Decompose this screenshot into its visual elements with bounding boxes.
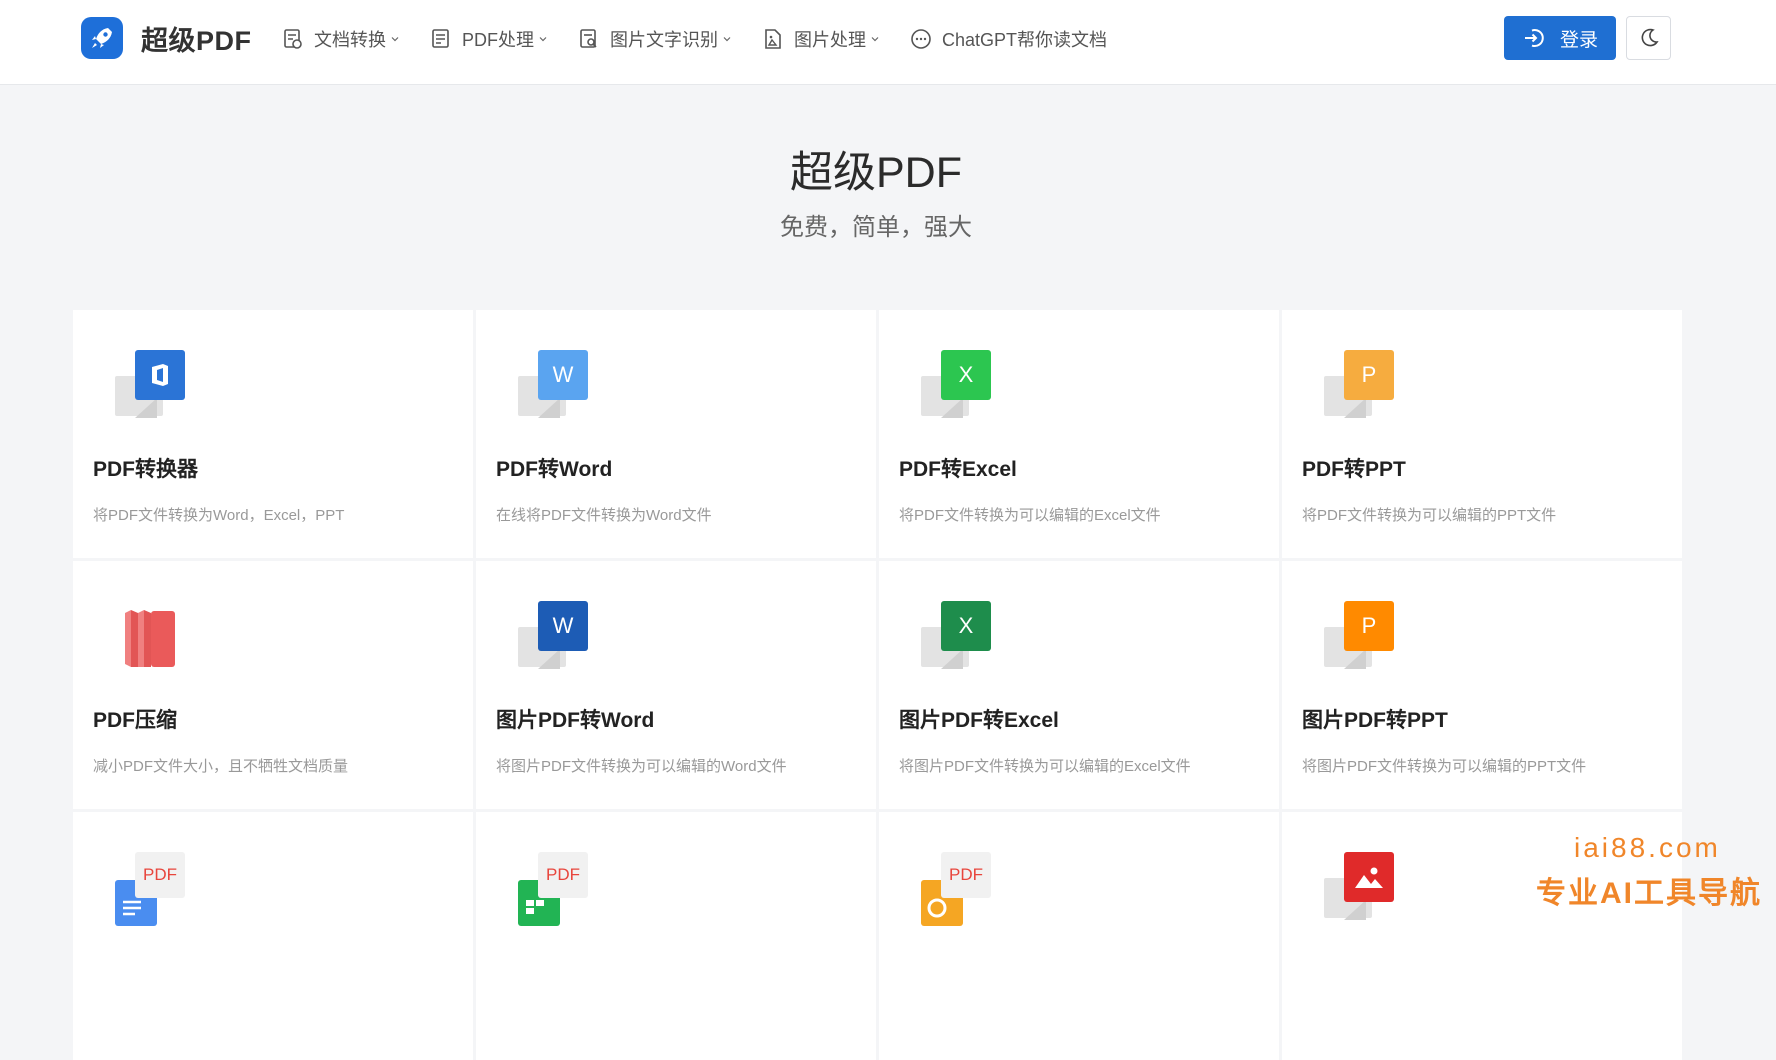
nav-item-ocr[interactable]: 图片文字识别 <box>578 22 732 56</box>
tool-title: 图片PDF转PPT <box>1302 709 1448 732</box>
login-button[interactable]: 登录 <box>1504 16 1616 60</box>
tool-desc: 将PDF文件转换为可以编辑的PPT文件 <box>1302 507 1557 524</box>
top-navbar: 超级PDF 文档转换 PDF处理 图片文字识别 图片处理 ChatGPT帮你读文… <box>0 0 1776 85</box>
tool-card-pdf-to-word[interactable]: W PDF转Word 在线将PDF文件转换为Word文件 <box>476 310 876 558</box>
tool-desc: 减小PDF文件大小，且不牺牲文档质量 <box>93 758 349 775</box>
nav-item-chatgpt[interactable]: ChatGPT帮你读文档 <box>910 22 1107 56</box>
tool-desc: 将图片PDF文件转换为可以编辑的Excel文件 <box>899 758 1191 775</box>
nav-item-label: ChatGPT帮你读文档 <box>942 30 1108 50</box>
word-icon: W <box>518 601 592 675</box>
compress-icon <box>115 601 189 675</box>
watermark-slogan: 专业AI工具导航 <box>1536 877 1762 910</box>
nav-item-label: 图片处理 <box>794 30 866 50</box>
brand[interactable]: 超级PDF <box>81 17 252 59</box>
tool-card-image-pdf-to-excel[interactable]: X 图片PDF转Excel 将图片PDF文件转换为可以编辑的Excel文件 <box>879 561 1279 809</box>
ocr-icon <box>578 28 600 50</box>
tool-card-image-pdf-to-ppt[interactable]: P 图片PDF转PPT 将图片PDF文件转换为可以编辑的PPT文件 <box>1282 561 1682 809</box>
tool-title: PDF转PPT <box>1302 458 1406 481</box>
pdf-process-icon <box>430 28 452 50</box>
nav-item-label: PDF处理 <box>462 30 534 50</box>
theme-toggle-button[interactable] <box>1626 16 1671 60</box>
tool-title: PDF转换器 <box>93 458 198 481</box>
tool-title: PDF转Excel <box>899 458 1017 481</box>
tool-card-ppt-to-pdf[interactable]: PDF <box>879 812 1279 1060</box>
page-subtitle: 免费，简单，强大 <box>780 214 972 241</box>
tool-card-pdf-converter[interactable]: PDF转换器 将PDF文件转换为Word，Excel，PPT <box>73 310 473 558</box>
nav-item-doc-convert[interactable]: 文档转换 <box>282 22 400 56</box>
tool-card-word-to-pdf[interactable]: PDF <box>73 812 473 1060</box>
nav-item-label: 文档转换 <box>314 30 386 50</box>
chevron-down-icon <box>539 37 547 42</box>
tool-title: PDF压缩 <box>93 709 177 732</box>
chat-icon <box>910 28 932 50</box>
tool-title: PDF转Word <box>496 458 613 481</box>
brand-name: 超级PDF <box>141 25 252 56</box>
login-icon <box>1524 29 1544 47</box>
tool-desc: 将图片PDF文件转换为可以编辑的PPT文件 <box>1302 758 1587 775</box>
tool-card-pdf-to-excel[interactable]: X PDF转Excel 将PDF文件转换为可以编辑的Excel文件 <box>879 310 1279 558</box>
tool-card-excel-to-pdf[interactable]: PDF <box>476 812 876 1060</box>
ppt-to-pdf-icon: PDF <box>921 852 995 926</box>
tools-grid: PDF转换器 将PDF文件转换为Word，Excel，PPT W PDF转Wor… <box>73 310 1683 1060</box>
tool-card-pdf-to-ppt[interactable]: P PDF转PPT 将PDF文件转换为可以编辑的PPT文件 <box>1282 310 1682 558</box>
nav-item-label: 图片文字识别 <box>610 30 718 50</box>
tool-card-pdf-compress[interactable]: PDF压缩 减小PDF文件大小，且不牺牲文档质量 <box>73 561 473 809</box>
word-icon: W <box>518 350 592 424</box>
chevron-down-icon <box>723 37 731 42</box>
tool-title: 图片PDF转Word <box>496 709 655 732</box>
tool-desc: 将PDF文件转换为可以编辑的Excel文件 <box>899 507 1161 524</box>
tool-desc: 在线将PDF文件转换为Word文件 <box>496 507 712 524</box>
office-icon <box>115 350 189 424</box>
page-title: 超级PDF <box>790 149 962 197</box>
nav-item-pdf-process[interactable]: PDF处理 <box>430 22 548 56</box>
tool-desc: 将图片PDF文件转换为可以编辑的Word文件 <box>496 758 787 775</box>
excel-icon: X <box>921 350 995 424</box>
image-to-pdf-icon <box>1324 852 1398 926</box>
tool-desc: 将PDF文件转换为Word，Excel，PPT <box>93 507 345 524</box>
doc-convert-icon <box>282 28 304 50</box>
main-nav: 文档转换 PDF处理 图片文字识别 图片处理 ChatGPT帮你读文档 <box>282 22 1137 56</box>
ppt-icon: P <box>1324 601 1398 675</box>
excel-icon: X <box>921 601 995 675</box>
tool-card-image-pdf-to-word[interactable]: W 图片PDF转Word 将图片PDF文件转换为可以编辑的Word文件 <box>476 561 876 809</box>
excel-to-pdf-icon: PDF <box>518 852 592 926</box>
watermark-url: iai88.com <box>1574 832 1721 863</box>
tool-title: 图片PDF转Excel <box>899 709 1059 732</box>
moon-icon <box>1641 28 1659 47</box>
chevron-down-icon <box>391 37 399 42</box>
login-label: 登录 <box>1559 29 1598 51</box>
chevron-down-icon <box>871 37 879 42</box>
rocket-logo-icon <box>81 17 123 59</box>
image-process-icon <box>762 28 784 50</box>
word-to-pdf-icon: PDF <box>115 852 189 926</box>
ppt-icon: P <box>1324 350 1398 424</box>
nav-item-image-process[interactable]: 图片处理 <box>762 22 880 56</box>
